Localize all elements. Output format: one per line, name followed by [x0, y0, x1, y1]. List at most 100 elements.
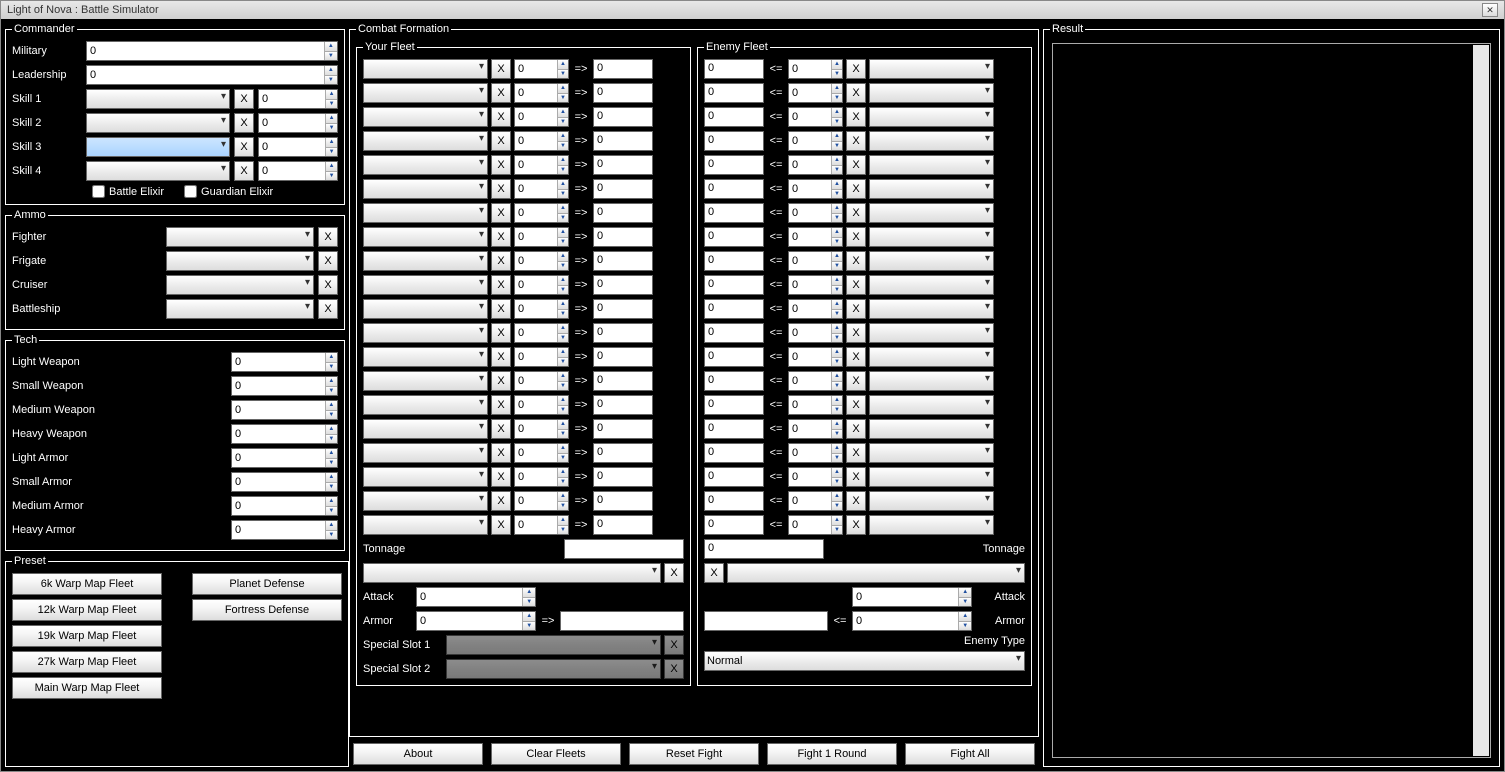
enemy-count-spinner[interactable]: ▲▼: [788, 419, 843, 439]
your-ship-combo[interactable]: [363, 347, 488, 367]
ammo-combo[interactable]: [166, 227, 314, 247]
preset-button[interactable]: Fortress Defense: [192, 599, 342, 621]
enemy-ship-combo[interactable]: [869, 83, 994, 103]
leadership-input[interactable]: [87, 66, 324, 84]
x-button[interactable]: X: [318, 251, 338, 271]
enemy-count-spinner[interactable]: ▲▼: [788, 443, 843, 463]
x-button[interactable]: X: [846, 467, 866, 487]
your-count-spinner[interactable]: ▲▼: [514, 467, 569, 487]
x-button[interactable]: X: [846, 299, 866, 319]
your-count-spinner[interactable]: ▲▼: [514, 419, 569, 439]
your-count-spinner[interactable]: ▲▼: [514, 491, 569, 511]
x-button[interactable]: X: [491, 203, 511, 223]
x-button[interactable]: X: [491, 299, 511, 319]
attack-spinner[interactable]: ▲▼: [416, 587, 536, 607]
enemy-count-spinner[interactable]: ▲▼: [788, 227, 843, 247]
your-ship-combo[interactable]: [363, 323, 488, 343]
x-button[interactable]: X: [704, 563, 724, 583]
your-count-spinner[interactable]: ▲▼: [514, 83, 569, 103]
x-button[interactable]: X: [491, 515, 511, 535]
ammo-combo[interactable]: [166, 251, 314, 271]
about-button[interactable]: About: [353, 743, 483, 765]
x-button[interactable]: X: [491, 371, 511, 391]
your-ship-combo[interactable]: [363, 83, 488, 103]
enemy-attack-spinner[interactable]: ▲▼: [852, 587, 972, 607]
your-ship-combo[interactable]: [363, 467, 488, 487]
x-button[interactable]: X: [491, 107, 511, 127]
x-button[interactable]: X: [846, 155, 866, 175]
enemy-extra-combo[interactable]: [727, 563, 1025, 583]
your-ship-combo[interactable]: [363, 443, 488, 463]
x-button[interactable]: X: [491, 491, 511, 511]
enemy-ship-combo[interactable]: [869, 467, 994, 487]
enemy-ship-combo[interactable]: [869, 371, 994, 391]
enemy-count-spinner[interactable]: ▲▼: [788, 371, 843, 391]
enemy-armor-spinner[interactable]: ▲▼: [852, 611, 972, 631]
x-button[interactable]: X: [846, 323, 866, 343]
skill-value-spinner[interactable]: ▲▼: [258, 89, 338, 109]
armor-spinner[interactable]: ▲▼: [416, 611, 536, 631]
enemy-ship-combo[interactable]: [869, 395, 994, 415]
x-button[interactable]: X: [234, 137, 254, 157]
x-button[interactable]: X: [846, 371, 866, 391]
your-count-spinner[interactable]: ▲▼: [514, 131, 569, 151]
x-button[interactable]: X: [491, 155, 511, 175]
enemy-ship-combo[interactable]: [869, 491, 994, 511]
clear-fleets-button[interactable]: Clear Fleets: [491, 743, 621, 765]
enemy-ship-combo[interactable]: [869, 251, 994, 271]
enemy-count-spinner[interactable]: ▲▼: [788, 59, 843, 79]
enemy-ship-combo[interactable]: [869, 323, 994, 343]
x-button[interactable]: X: [491, 443, 511, 463]
skill-combo[interactable]: [86, 161, 230, 181]
preset-button[interactable]: Planet Defense: [192, 573, 342, 595]
enemy-ship-combo[interactable]: [869, 419, 994, 439]
tech-spinner[interactable]: ▲▼: [231, 352, 338, 372]
enemy-count-spinner[interactable]: ▲▼: [788, 347, 843, 367]
enemy-count-spinner[interactable]: ▲▼: [788, 299, 843, 319]
enemy-count-spinner[interactable]: ▲▼: [788, 179, 843, 199]
x-button[interactable]: X: [234, 113, 254, 133]
x-button[interactable]: X: [846, 227, 866, 247]
x-button[interactable]: X: [491, 467, 511, 487]
x-button[interactable]: X: [846, 107, 866, 127]
fight-1-round-button[interactable]: Fight 1 Round: [767, 743, 897, 765]
x-button[interactable]: X: [846, 515, 866, 535]
enemy-count-spinner[interactable]: ▲▼: [788, 275, 843, 295]
enemy-count-spinner[interactable]: ▲▼: [788, 491, 843, 511]
skill-combo[interactable]: [86, 89, 230, 109]
spinner-buttons[interactable]: ▲▼: [324, 42, 337, 60]
skill-value-spinner[interactable]: ▲▼: [258, 137, 338, 157]
preset-button[interactable]: Main Warp Map Fleet: [12, 677, 162, 699]
x-button[interactable]: X: [846, 491, 866, 511]
x-button[interactable]: X: [491, 227, 511, 247]
your-count-spinner[interactable]: ▲▼: [514, 179, 569, 199]
enemy-ship-combo[interactable]: [869, 227, 994, 247]
ammo-combo[interactable]: [166, 275, 314, 295]
x-button[interactable]: X: [318, 299, 338, 319]
leadership-spinner[interactable]: ▲▼: [86, 65, 338, 85]
x-button[interactable]: X: [491, 251, 511, 271]
skill-combo[interactable]: [86, 113, 230, 133]
x-button[interactable]: X: [846, 59, 866, 79]
x-button[interactable]: X: [846, 347, 866, 367]
your-count-spinner[interactable]: ▲▼: [514, 395, 569, 415]
preset-button[interactable]: 27k Warp Map Fleet: [12, 651, 162, 673]
skill-value-spinner[interactable]: ▲▼: [258, 161, 338, 181]
your-extra-combo[interactable]: [363, 563, 661, 583]
reset-fight-button[interactable]: Reset Fight: [629, 743, 759, 765]
enemy-ship-combo[interactable]: [869, 131, 994, 151]
skill-value-spinner[interactable]: ▲▼: [258, 113, 338, 133]
your-ship-combo[interactable]: [363, 203, 488, 223]
x-button[interactable]: X: [846, 203, 866, 223]
enemy-count-spinner[interactable]: ▲▼: [788, 107, 843, 127]
your-ship-combo[interactable]: [363, 515, 488, 535]
your-ship-combo[interactable]: [363, 59, 488, 79]
x-button[interactable]: X: [318, 227, 338, 247]
enemy-count-spinner[interactable]: ▲▼: [788, 131, 843, 151]
tech-spinner[interactable]: ▲▼: [231, 448, 338, 468]
x-button[interactable]: X: [664, 563, 684, 583]
x-button[interactable]: X: [491, 179, 511, 199]
your-count-spinner[interactable]: ▲▼: [514, 371, 569, 391]
your-ship-combo[interactable]: [363, 419, 488, 439]
military-input[interactable]: [87, 42, 324, 60]
